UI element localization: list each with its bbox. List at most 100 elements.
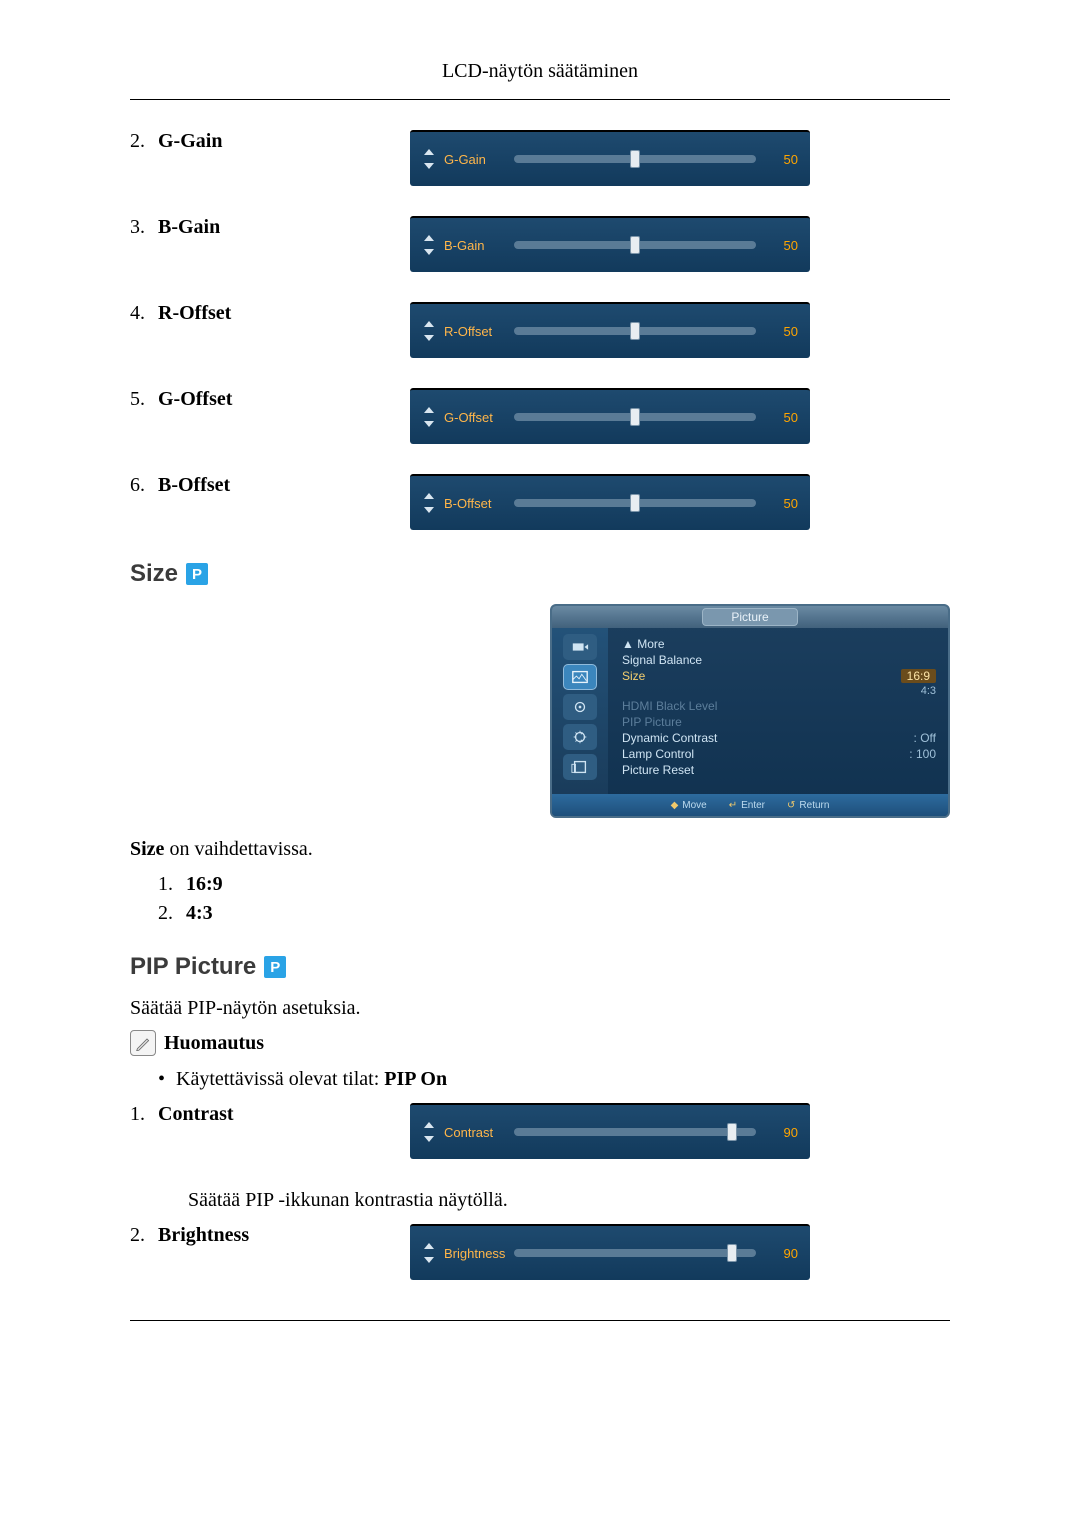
slider-value: 50 xyxy=(764,152,798,167)
osd-menu-item[interactable]: Dynamic Contrast: Off xyxy=(622,730,936,746)
slider-value: 50 xyxy=(764,324,798,339)
side-icon-setup xyxy=(563,724,597,750)
slider-container: B-Offset 50 xyxy=(410,474,810,530)
slider-label: G-Gain xyxy=(444,152,514,167)
slider-arrows-icon xyxy=(422,321,436,341)
setting-row: 5.G-Offset G-Offset 50 xyxy=(130,388,950,444)
pip-title-text: PIP Picture xyxy=(130,953,256,981)
slider-thumb[interactable] xyxy=(630,150,640,168)
osd-footer: ◆Move ↵Enter ↺Return xyxy=(552,794,948,816)
slider-track[interactable] xyxy=(514,155,756,163)
slider-value: 50 xyxy=(764,496,798,511)
slider-arrows-icon xyxy=(422,149,436,169)
slider-label: R-Offset xyxy=(444,324,514,339)
osd-slider: Contrast 90 xyxy=(410,1103,810,1159)
p-badge-icon: P xyxy=(264,956,286,978)
slider-thumb[interactable] xyxy=(630,494,640,512)
slider-label: G-Offset xyxy=(444,410,514,425)
side-icon-multi xyxy=(563,754,597,780)
slider-arrows-icon xyxy=(422,1243,436,1263)
footer-enter: Enter xyxy=(741,800,765,811)
setting-row: 3.B-Gain B-Gain 50 xyxy=(130,216,950,272)
osd-title-bar: Picture xyxy=(552,606,948,628)
slider-container: Brightness 90 xyxy=(410,1224,810,1280)
setting-label: 2.Brightness xyxy=(130,1224,410,1247)
slider-track[interactable] xyxy=(514,327,756,335)
setting-label: 2.G-Gain xyxy=(130,130,410,153)
slider-arrows-icon xyxy=(422,1122,436,1142)
slider-track[interactable] xyxy=(514,499,756,507)
page-footer-rule xyxy=(130,1320,950,1321)
setting-row: 6.B-Offset B-Offset 50 xyxy=(130,474,950,530)
slider-track[interactable] xyxy=(514,413,756,421)
list-item: 2.4:3 xyxy=(130,902,950,925)
osd-menu-item[interactable]: Lamp Control: 100 xyxy=(622,746,936,762)
size-title-text: Size xyxy=(130,560,178,588)
list-item: 1.16:9 xyxy=(130,873,950,896)
slider-container: G-Gain 50 xyxy=(410,130,810,186)
slider-track[interactable] xyxy=(514,1128,756,1136)
osd-side-icons xyxy=(552,628,608,794)
slider-label: Brightness xyxy=(444,1246,514,1261)
setting-label: 1.Contrast xyxy=(130,1103,410,1126)
osd-menu-title: Picture xyxy=(702,608,797,626)
osd-menu-list: ▲ MoreSignal BalanceSize16:94:3HDMI Blac… xyxy=(608,628,948,794)
osd-slider: B-Gain 50 xyxy=(410,216,810,272)
slider-value: 50 xyxy=(764,238,798,253)
pip-bullet-text-a: Käytettävissä olevat tilat: xyxy=(176,1068,384,1090)
slider-thumb[interactable] xyxy=(727,1123,737,1141)
slider-thumb[interactable] xyxy=(630,236,640,254)
slider-value: 50 xyxy=(764,410,798,425)
setting-row: 4.R-Offset R-Offset 50 xyxy=(130,302,950,358)
setting-row: 1.Contrast Contrast 90 xyxy=(130,1103,950,1159)
side-icon-input xyxy=(563,634,597,660)
osd-slider: G-Offset 50 xyxy=(410,388,810,444)
size-desc-rest: on vaihdettavissa. xyxy=(164,838,312,860)
osd-picture-menu: Picture ▲ MoreSignal BalanceSize16:94:3H… xyxy=(550,604,950,818)
setting-label: 3.B-Gain xyxy=(130,216,410,239)
osd-slider: G-Gain 50 xyxy=(410,130,810,186)
pip-desc: Säätää PIP-näytön asetuksia. xyxy=(130,997,950,1020)
footer-move: Move xyxy=(682,800,706,811)
slider-thumb[interactable] xyxy=(727,1244,737,1262)
slider-label: B-Offset xyxy=(444,496,514,511)
osd-menu-item[interactable]: PIP Picture xyxy=(622,714,936,730)
slider-container: G-Offset 50 xyxy=(410,388,810,444)
side-icon-picture xyxy=(563,664,597,690)
osd-slider: R-Offset 50 xyxy=(410,302,810,358)
slider-arrows-icon xyxy=(422,235,436,255)
slider-label: B-Gain xyxy=(444,238,514,253)
size-desc-bold: Size xyxy=(130,838,164,860)
osd-menu-item[interactable]: Signal Balance xyxy=(622,652,936,668)
setting-label: 4.R-Offset xyxy=(130,302,410,325)
slider-value: 90 xyxy=(764,1125,798,1140)
osd-menu-item[interactable]: Picture Reset xyxy=(622,762,936,778)
p-badge-icon: P xyxy=(186,563,208,585)
side-icon-sound xyxy=(563,694,597,720)
setting-after-text: Säätää PIP -ikkunan kontrastia näytöllä. xyxy=(188,1189,950,1212)
slider-track[interactable] xyxy=(514,1249,756,1257)
size-desc: Size on vaihdettavissa. xyxy=(130,838,950,861)
pip-bullet-text-b: PIP On xyxy=(384,1068,447,1090)
size-section-title: Size P xyxy=(130,560,950,588)
osd-menu-item[interactable]: ▲ More xyxy=(622,636,936,652)
slider-container: Contrast 90 xyxy=(410,1103,810,1159)
osd-menu-item[interactable]: Size16:94:3 xyxy=(622,668,936,698)
osd-menu-item[interactable]: HDMI Black Level xyxy=(622,698,936,714)
note-icon xyxy=(130,1030,156,1056)
note-label: Huomautus xyxy=(164,1032,264,1055)
osd-slider: B-Offset 50 xyxy=(410,474,810,530)
slider-thumb[interactable] xyxy=(630,322,640,340)
slider-thumb[interactable] xyxy=(630,408,640,426)
setting-label: 5.G-Offset xyxy=(130,388,410,411)
setting-row: 2.G-Gain G-Gain 50 xyxy=(130,130,950,186)
slider-container: B-Gain 50 xyxy=(410,216,810,272)
note-row: Huomautus xyxy=(130,1030,950,1056)
osd-slider: Brightness 90 xyxy=(410,1224,810,1280)
setting-label: 6.B-Offset xyxy=(130,474,410,497)
setting-row: 2.Brightness Brightness 90 xyxy=(130,1224,950,1280)
footer-return: Return xyxy=(799,800,829,811)
slider-track[interactable] xyxy=(514,241,756,249)
pip-bullet: • Käytettävissä olevat tilat: PIP On xyxy=(130,1068,950,1091)
page-header: LCD-näytön säätäminen xyxy=(130,0,950,100)
